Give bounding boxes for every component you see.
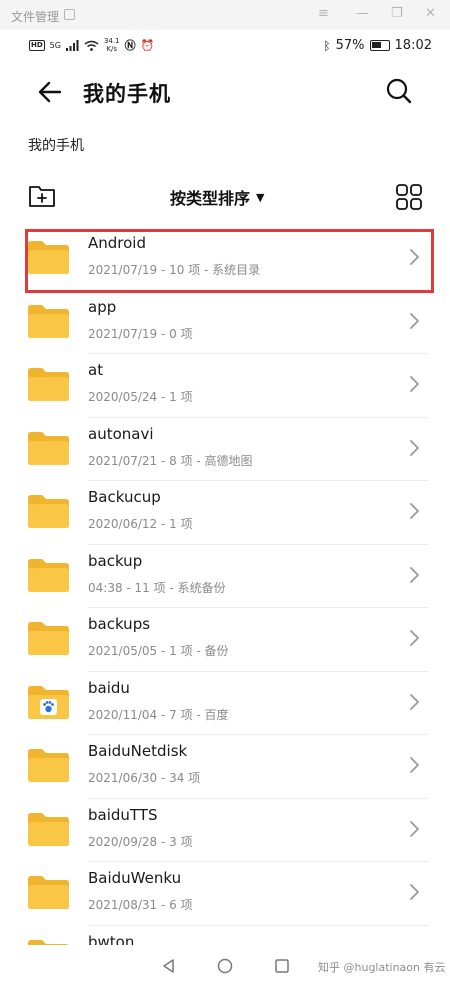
folder-icon (28, 304, 69, 338)
chevron-right-icon (410, 820, 419, 837)
file-meta: 2020/05/24 - 1 项 (88, 390, 193, 404)
page-title: 我的手机 (83, 82, 171, 106)
nav-back-icon[interactable] (160, 957, 178, 975)
list-item[interactable]: app 2021/07/19 - 0 项 (0, 291, 450, 354)
folder-icon (28, 431, 69, 465)
signal-label: 5G (49, 40, 61, 50)
file-name: at (88, 361, 104, 379)
file-name: Android (88, 234, 146, 252)
list-item[interactable]: backup 04:38 - 11 项 - 系统备份 (0, 545, 450, 608)
list-item[interactable]: autonavi 2021/07/21 - 8 项 - 高德地图 (0, 418, 450, 481)
alarm-icon: ⏰ (140, 38, 155, 52)
folder-icon (28, 876, 69, 909)
file-meta: 2020/09/28 - 3 项 (88, 834, 193, 849)
folder-icon (28, 368, 69, 401)
file-meta: 2020/11/04 - 7 项 - 百度 (88, 707, 229, 722)
battery-percent: 57% (335, 38, 365, 53)
list-item[interactable]: at 2020/05/24 - 1 项 (0, 354, 450, 418)
chevron-right-icon (410, 630, 419, 646)
folder-icon (28, 558, 69, 592)
navigation-bar: 知乎 @huglatinaon 有云 (0, 945, 450, 987)
back-button[interactable] (34, 76, 66, 108)
file-name: baidu (88, 678, 130, 697)
wifi-icon (84, 40, 99, 51)
nfc-icon: Ⓝ (124, 39, 136, 52)
chevron-right-icon (410, 439, 419, 456)
list-item[interactable]: backups 2021/05/05 - 1 项 - 备份 (0, 608, 450, 672)
nav-home-icon[interactable] (216, 957, 234, 975)
net-speed: 34.1 K/s (103, 37, 120, 53)
hd-badge: HD (29, 39, 45, 51)
file-name: baiduTTS (88, 805, 158, 824)
file-name: BaiduNetdisk (88, 742, 188, 760)
folder-icon (28, 495, 69, 528)
chevron-right-icon (410, 503, 419, 519)
folder-icon (28, 812, 69, 846)
chevron-right-icon (410, 376, 419, 392)
file-name: BaiduWenku (88, 869, 182, 887)
menu-icon[interactable]: ≡ (318, 6, 329, 22)
clock: 18:02 (394, 38, 432, 53)
window-title: 文件管理 (11, 10, 60, 24)
watermark: 知乎 @huglatinaon 有云 (318, 961, 446, 974)
folder-icon (28, 622, 69, 655)
file-name: backups (88, 615, 151, 633)
close-icon[interactable]: ✕ (425, 6, 436, 22)
chevron-right-icon (410, 249, 419, 265)
list-item[interactable]: Backucup 2020/06/12 - 1 项 (0, 481, 450, 545)
list-item[interactable]: BaiduWenku 2021/08/31 - 6 项 (0, 862, 450, 926)
chevron-right-icon (410, 757, 419, 773)
file-name: app (88, 297, 117, 316)
chevron-right-icon (410, 312, 419, 329)
new-folder-icon[interactable] (28, 183, 56, 209)
external-window-icon[interactable] (64, 9, 75, 20)
folder-icon (28, 241, 69, 274)
minimize-icon[interactable]: — (356, 6, 369, 22)
breadcrumb[interactable]: 我的手机 (28, 135, 84, 155)
status-bar: HD 5G 34.1 K/s Ⓝ ⏰ ᛒ 57% 18:02 (0, 30, 450, 60)
chevron-right-icon (410, 566, 419, 583)
signal-icon (65, 39, 79, 51)
file-meta: 2021/07/19 - 10 项 - 系统目录 (88, 263, 261, 277)
list-item[interactable]: BaiduNetdisk 2021/06/30 - 34 项 (0, 735, 450, 799)
list-item[interactable]: Android 2021/07/19 - 10 项 - 系统目录 (0, 227, 450, 293)
file-name: autonavi (88, 424, 154, 443)
file-list: Android 2021/07/19 - 10 项 - 系统目录 app 2021/0… (0, 227, 450, 987)
file-meta: 2020/06/12 - 1 项 (88, 517, 193, 531)
file-meta: 2021/07/21 - 8 项 - 高德地图 (88, 453, 253, 468)
folder-icon (28, 749, 69, 782)
bluetooth-icon: ᛒ (323, 38, 331, 53)
baidu-folder-icon (28, 685, 69, 719)
sort-button[interactable]: 按类型排序 ▼ (170, 185, 264, 209)
toolbar: 按类型排序 ▼ (0, 176, 450, 218)
list-item[interactable]: baiduTTS 2020/09/28 - 3 项 (0, 799, 450, 862)
nav-recents-icon[interactable] (273, 957, 291, 975)
list-item[interactable]: baidu 2020/11/04 - 7 项 - 百度 (0, 672, 450, 735)
restore-icon[interactable]: ❐ (391, 6, 403, 22)
file-meta: 2021/08/31 - 6 项 (88, 898, 193, 912)
file-meta: 04:38 - 11 项 - 系统备份 (88, 580, 226, 595)
file-name: Backucup (88, 488, 161, 506)
grid-view-icon[interactable] (395, 183, 423, 211)
file-meta: 2021/05/05 - 1 项 - 备份 (88, 644, 229, 658)
search-icon[interactable] (384, 76, 414, 106)
chevron-right-icon (410, 693, 419, 710)
caret-down-icon: ▼ (256, 190, 265, 204)
chevron-right-icon (410, 884, 419, 900)
file-meta: 2021/06/30 - 34 项 (88, 771, 201, 785)
window-title-bar: 文件管理 ≡ — ❐ ✕ (0, 0, 450, 30)
sort-label: 按类型排序 (170, 189, 251, 208)
app-header: 我的手机 (0, 60, 450, 124)
battery-icon (369, 40, 390, 51)
file-meta: 2021/07/19 - 0 项 (88, 326, 193, 341)
file-name: backup (88, 551, 143, 570)
